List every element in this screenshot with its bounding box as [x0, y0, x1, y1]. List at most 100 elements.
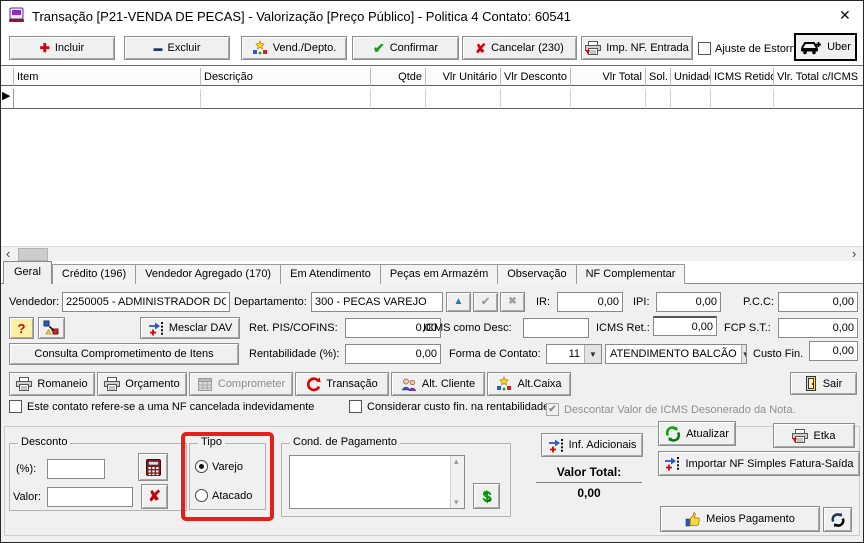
desconto-pct-input[interactable] [47, 459, 105, 479]
imp-nf-entrada-button[interactable]: Imp. NF. Entrada [581, 36, 693, 60]
clear-desconto-button[interactable]: ✘ [141, 484, 168, 509]
scrollbar-thumb[interactable] [18, 248, 48, 261]
nf-cancelada-checkbox[interactable] [9, 400, 22, 413]
importar-nf-button[interactable]: Importar NF Simples Fatura-Saída [658, 451, 860, 476]
grid-cell[interactable] [14, 89, 201, 109]
custo-fin-input[interactable] [809, 341, 858, 361]
desconto-valor-input[interactable] [47, 487, 133, 507]
valor-label: Valor: [13, 491, 41, 503]
org-chart-button[interactable] [38, 317, 65, 339]
titlebar: Transação [P21-VENDA DE PECAS] - Valoriz… [1, 1, 863, 30]
forma-contato-value: ATENDIMENTO BALCÃO [610, 348, 737, 360]
payment-dollar-button[interactable]: $ [473, 483, 500, 509]
ajuste-estorno-checkbox[interactable] [698, 42, 711, 55]
grid-cell[interactable] [646, 89, 671, 109]
alt-caixa-label: Alt.Caixa [517, 378, 562, 390]
scroll-right-icon[interactable]: › [852, 246, 856, 261]
merge-icon [148, 321, 164, 336]
grid-cell[interactable] [571, 89, 646, 109]
confirmar-button[interactable]: ✔ Confirmar [352, 36, 459, 60]
grid-cell[interactable] [711, 89, 774, 109]
grid-hscrollbar[interactable]: ‹ › [1, 246, 863, 261]
alt-caixa-button[interactable]: Alt.Caixa [487, 372, 571, 396]
dropdown-icon[interactable]: ▼ [584, 345, 601, 363]
tab-nf-complementar[interactable]: NF Complementar [576, 264, 686, 284]
forma-contato-select[interactable]: ATENDIMENTO BALCÃO ▼ [605, 344, 747, 364]
etka-button[interactable]: Etka [773, 423, 855, 448]
grid-col-item[interactable]: Item [14, 68, 201, 86]
alt-cliente-button[interactable]: Alt. Cliente [391, 372, 485, 396]
excluir-button[interactable]: ▬ Excluir [124, 36, 230, 60]
tab-observacao[interactable]: Observação [498, 264, 577, 284]
scroll-down-icon[interactable]: ▾ [454, 497, 459, 508]
tab-pecas-armazem[interactable]: Peças em Armazém [380, 264, 499, 284]
grid-cell[interactable] [201, 89, 371, 109]
ipi-input[interactable] [656, 292, 721, 312]
icms-desc-input[interactable] [523, 318, 589, 338]
forma-contato-label: Forma de Contato: [449, 348, 541, 360]
department-confirm-button[interactable]: ✔ [473, 292, 498, 312]
grid-col-descricao[interactable]: Descrição [201, 68, 371, 86]
pcc-input[interactable] [778, 292, 858, 312]
atualizar-button[interactable]: Atualizar [658, 421, 736, 446]
romaneio-button[interactable]: Romaneio [9, 372, 95, 396]
tab-geral[interactable]: Geral [3, 261, 52, 284]
ajuste-estorno-label: Ajuste de Estorno [715, 43, 802, 55]
inf-adicionais-button[interactable]: Inf. Adicionais [541, 433, 643, 457]
comprometer-label: Comprometer [217, 378, 286, 390]
grid-cell[interactable] [671, 89, 711, 109]
sair-button[interactable]: Sair [790, 372, 857, 395]
grid-col-sol[interactable]: Sol. [646, 68, 671, 86]
grid-col-icms-retido[interactable]: ICMS Retido [711, 68, 774, 86]
grid-col-vlr-total-icms[interactable]: Vlr. Total c/ICMS [774, 68, 863, 86]
vendedor-input[interactable] [62, 292, 230, 312]
tab-vendedor-agregado[interactable]: Vendedor Agregado (170) [136, 264, 282, 284]
rentabilidade-input[interactable] [345, 344, 441, 364]
scroll-left-icon[interactable]: ‹ [6, 246, 10, 261]
cond-pagamento-textarea[interactable]: ▴ ▾ [289, 455, 465, 509]
transacao-button[interactable]: Transação [295, 372, 389, 396]
department-cancel-button[interactable]: ✖ [500, 292, 525, 312]
forma-contato-code-select[interactable]: 11 ▼ [546, 344, 602, 364]
grid-col-qtde[interactable]: Qtde [371, 68, 426, 86]
car-icon [800, 40, 822, 55]
close-icon[interactable]: ✕ [839, 7, 851, 24]
uber-button[interactable]: Uber [794, 33, 857, 61]
grid-cell[interactable] [501, 89, 571, 109]
sync-button[interactable] [823, 507, 852, 532]
vend-depto-button[interactable]: Vend./Depto. [241, 36, 347, 60]
scroll-up-icon[interactable]: ▴ [454, 456, 459, 467]
orcamento-button[interactable]: Orçamento [97, 372, 187, 396]
tab-credito[interactable]: Crédito (196) [51, 264, 137, 284]
cancelar-button[interactable]: ✘ Cancelar (230) [462, 36, 577, 60]
departamento-input[interactable] [311, 292, 443, 312]
fcp-input[interactable] [778, 318, 858, 338]
ir-input[interactable] [557, 292, 623, 312]
mesclar-dav-button[interactable]: Mesclar DAV [140, 317, 240, 339]
incluir-button[interactable]: ✚ Incluir [9, 36, 115, 60]
fcp-label: FCP S.T.: [724, 322, 771, 334]
grid-col-vlr-unitario[interactable]: Vlr Unitário [426, 68, 501, 86]
grid-col-vlr-desconto[interactable]: Vlr Desconto [501, 68, 571, 86]
grid-cell[interactable] [371, 89, 426, 109]
grid-col-unidade[interactable]: Unidade [671, 68, 711, 86]
custo-fin-checkbox[interactable] [349, 400, 362, 413]
ipi-label: IPI: [633, 296, 650, 308]
tab-em-atendimento[interactable]: Em Atendimento [281, 264, 381, 284]
grid-cell[interactable] [774, 89, 863, 109]
meios-pagamento-button[interactable]: Meios Pagamento [660, 506, 820, 532]
textarea-scrollbar[interactable]: ▴ ▾ [450, 456, 464, 508]
dropdown-icon[interactable]: ▼ [740, 345, 746, 363]
grid-col-vlr-total[interactable]: Vlr Total [571, 68, 646, 86]
grid-cell[interactable] [426, 89, 501, 109]
transacao-icon [306, 376, 321, 392]
consulta-comprometimento-button[interactable]: Consulta Comprometimento de Itens [9, 343, 239, 365]
help-button[interactable]: ? [9, 317, 34, 339]
refresh-icon [665, 425, 681, 442]
department-up-button[interactable]: ▲ [446, 292, 471, 312]
icms-ret-input[interactable] [653, 316, 717, 336]
calculator-button[interactable] [138, 453, 168, 481]
printer-icon [104, 377, 121, 391]
valor-total-label: Valor Total: [536, 465, 642, 483]
grid-row[interactable]: ▶ [1, 89, 863, 109]
